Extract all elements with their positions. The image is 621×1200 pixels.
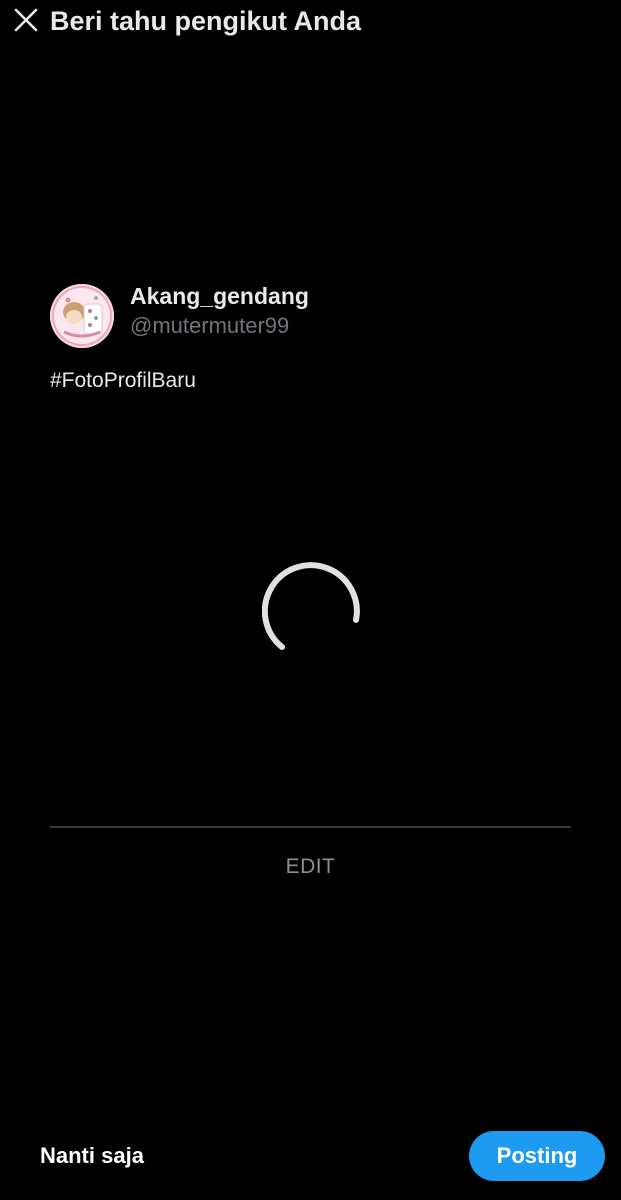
post-button[interactable]: Posting — [469, 1131, 605, 1181]
divider — [50, 826, 571, 828]
avatar-illustration — [50, 284, 114, 348]
loading-spinner-icon — [261, 562, 360, 650]
header-bar: Beri tahu pengikut Anda — [0, 0, 621, 44]
later-button[interactable]: Nanti saja — [40, 1139, 144, 1173]
post-text: #FotoProfilBaru — [50, 369, 196, 392]
page-title: Beri tahu pengikut Anda — [50, 6, 362, 36]
user-handle: @mutermuter99 — [130, 313, 290, 338]
edit-button[interactable]: EDIT — [50, 850, 571, 884]
avatar[interactable] — [50, 284, 114, 348]
close-button[interactable] — [12, 6, 40, 34]
loading-spinner — [261, 562, 360, 660]
profile-row: Akang_gendang @mutermuter99 — [50, 280, 570, 350]
close-icon — [14, 8, 38, 32]
display-name: Akang_gendang — [130, 283, 309, 309]
